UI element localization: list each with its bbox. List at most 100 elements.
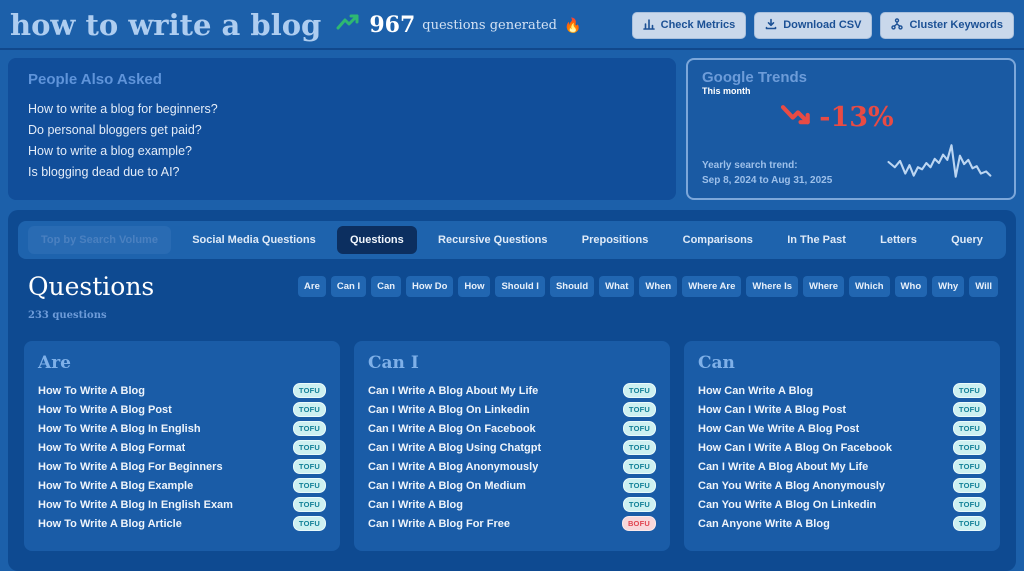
funnel-badge: TOFU bbox=[292, 440, 326, 455]
tab-item[interactable]: Comparisons bbox=[670, 226, 766, 254]
filter-chip[interactable]: Who bbox=[894, 276, 928, 297]
question-row[interactable]: Can I Write A Blog On Medium TOFU bbox=[368, 478, 656, 493]
trend-sparkline bbox=[882, 141, 1000, 188]
question-row[interactable]: How To Write A Blog Example TOFU bbox=[38, 478, 326, 493]
filter-chip[interactable]: Where Is bbox=[746, 276, 798, 297]
filter-chip[interactable]: How Do bbox=[406, 276, 454, 297]
header-buttons: Check Metrics Download CSV Cluster Keywo… bbox=[631, 11, 1014, 39]
filter-chip[interactable]: Can bbox=[371, 276, 402, 297]
question-row[interactable]: How Can Write A Blog TOFU bbox=[698, 383, 986, 398]
question-row[interactable]: How To Write A Blog Article TOFU bbox=[38, 516, 326, 531]
question-text: How Can Write A Blog bbox=[698, 384, 814, 397]
question-text: How Can We Write A Blog Post bbox=[698, 422, 860, 435]
people-also-asked-item: Is blogging dead due to AI? bbox=[28, 165, 180, 179]
question-columns: Are How To Write A Blog TOFU How To Writ… bbox=[18, 321, 1006, 551]
question-row[interactable]: How Can We Write A Blog Post TOFU bbox=[698, 421, 986, 436]
generated-count: 967 bbox=[369, 12, 416, 38]
check-metrics-button[interactable]: Check Metrics bbox=[631, 11, 747, 39]
question-text: How To Write A Blog Example bbox=[38, 479, 194, 492]
summary-row: People Also Asked How to write a blog fo… bbox=[0, 50, 1024, 204]
question-list: How To Write A Blog TOFU How To Write A … bbox=[38, 383, 326, 531]
tab-item[interactable]: Top by Search Volume bbox=[28, 226, 171, 254]
trends-period-label: This month bbox=[702, 86, 751, 96]
section-title-block: Questions 233 questions bbox=[28, 273, 154, 322]
filter-chip[interactable]: Which bbox=[849, 276, 890, 297]
filter-chip[interactable]: Should bbox=[549, 276, 595, 297]
question-text: Can Anyone Write A Blog bbox=[698, 517, 830, 530]
tab-item[interactable]: Social Media Questions bbox=[179, 226, 328, 254]
trends-range: Yearly search trend: Sep 8, 2024 to Aug … bbox=[702, 158, 832, 188]
trend-down-icon bbox=[778, 102, 814, 133]
generated-count-label: questions generated bbox=[422, 17, 557, 33]
trends-change-row: -13% bbox=[702, 102, 970, 133]
question-text: How To Write A Blog Article bbox=[38, 517, 182, 530]
funnel-badge: TOFU bbox=[952, 440, 986, 455]
question-row[interactable]: How Can I Write A Blog On Facebook TOFU bbox=[698, 440, 986, 455]
question-row[interactable]: Can I Write A Blog About My Life TOFU bbox=[698, 459, 986, 474]
people-also-asked-list: How to write a blog for beginners? Do per… bbox=[28, 99, 656, 183]
question-text: Can I Write A Blog On Linkedin bbox=[368, 403, 530, 416]
filter-chip[interactable]: Why bbox=[932, 276, 965, 297]
funnel-badge: TOFU bbox=[622, 402, 656, 417]
filter-chip[interactable]: Will bbox=[969, 276, 998, 297]
question-row[interactable]: Can You Write A Blog On Linkedin TOFU bbox=[698, 497, 986, 512]
trend-up-icon bbox=[335, 14, 361, 37]
funnel-badge: TOFU bbox=[952, 497, 986, 512]
section-count: 233 questions bbox=[28, 310, 107, 321]
filter-chip[interactable]: When bbox=[639, 276, 678, 297]
funnel-badge: TOFU bbox=[292, 478, 326, 493]
question-text: Can I Write A Blog On Facebook bbox=[368, 422, 536, 435]
question-row[interactable]: Can I Write A Blog Anonymously TOFU bbox=[368, 459, 656, 474]
funnel-badge: TOFU bbox=[952, 421, 986, 436]
funnel-badge: TOFU bbox=[292, 402, 326, 417]
question-text: How To Write A Blog For Beginners bbox=[38, 460, 223, 473]
question-row[interactable]: Can I Write A Blog TOFU bbox=[368, 497, 656, 512]
question-row[interactable]: Can You Write A Blog Anonymously TOFU bbox=[698, 478, 986, 493]
funnel-badge: TOFU bbox=[292, 459, 326, 474]
cluster-icon bbox=[891, 17, 904, 33]
question-row[interactable]: How To Write A Blog In English TOFU bbox=[38, 421, 326, 436]
funnel-badge: TOFU bbox=[952, 402, 986, 417]
bar-chart-icon bbox=[642, 18, 655, 33]
question-row[interactable]: Can I Write A Blog About My Life TOFU bbox=[368, 383, 656, 398]
header: how to write a blog 967 questions genera… bbox=[0, 0, 1024, 50]
question-row[interactable]: How To Write A Blog In English Exam TOFU bbox=[38, 497, 326, 512]
question-row[interactable]: Can I Write A Blog For Free BOFU bbox=[368, 516, 656, 531]
filter-chip[interactable]: Where bbox=[803, 276, 845, 297]
question-text: Can I Write A Blog bbox=[368, 498, 463, 511]
questions-panel: Top by Search Volume Social Media Questio… bbox=[8, 210, 1016, 571]
question-card-are: Are How To Write A Blog TOFU How To Writ… bbox=[24, 341, 340, 551]
tab-item[interactable]: In The Past bbox=[774, 226, 859, 254]
filter-chip[interactable]: Can I bbox=[330, 276, 367, 297]
funnel-badge: TOFU bbox=[622, 459, 656, 474]
tab-item[interactable]: Letters bbox=[867, 226, 930, 254]
question-row[interactable]: Can Anyone Write A Blog TOFU bbox=[698, 516, 986, 531]
question-row[interactable]: Can I Write A Blog On Linkedin TOFU bbox=[368, 402, 656, 417]
flame-icon: 🔥 bbox=[564, 16, 582, 33]
filter-chip[interactable]: Are bbox=[298, 276, 326, 297]
funnel-badge: TOFU bbox=[622, 478, 656, 493]
question-row[interactable]: Can I Write A Blog Using Chatgpt TOFU bbox=[368, 440, 656, 455]
question-row[interactable]: How Can I Write A Blog Post TOFU bbox=[698, 402, 986, 417]
tab-item[interactable]: Questions bbox=[336, 226, 417, 254]
tab-item[interactable]: Recursive Questions bbox=[425, 226, 560, 254]
download-csv-button[interactable]: Download CSV bbox=[754, 11, 873, 39]
question-row[interactable]: Can I Write A Blog On Facebook TOFU bbox=[368, 421, 656, 436]
filter-chip[interactable]: What bbox=[599, 276, 635, 297]
question-row[interactable]: How To Write A Blog TOFU bbox=[38, 383, 326, 398]
filter-chip[interactable]: Where Are bbox=[682, 276, 742, 297]
tab-item[interactable]: Prepositions bbox=[569, 226, 662, 254]
google-trends-panel: Google Trends This month -13% Yearly sea… bbox=[686, 58, 1016, 200]
question-row[interactable]: How To Write A Blog Format TOFU bbox=[38, 440, 326, 455]
funnel-badge: TOFU bbox=[952, 383, 986, 398]
question-row[interactable]: How To Write A Blog For Beginners TOFU bbox=[38, 459, 326, 474]
cluster-keywords-button[interactable]: Cluster Keywords bbox=[880, 11, 1014, 39]
filter-chip[interactable]: Should I bbox=[495, 276, 545, 297]
tab-item[interactable]: Query bbox=[938, 226, 996, 254]
question-row[interactable]: How To Write A Blog Post TOFU bbox=[38, 402, 326, 417]
filter-chip[interactable]: How bbox=[458, 276, 491, 297]
trends-footer: Yearly search trend: Sep 8, 2024 to Aug … bbox=[702, 141, 1000, 188]
question-card-can: Can How Can Write A Blog TOFU How Can I … bbox=[684, 341, 1000, 551]
funnel-badge: TOFU bbox=[292, 516, 326, 531]
card-title: Can bbox=[698, 353, 735, 373]
